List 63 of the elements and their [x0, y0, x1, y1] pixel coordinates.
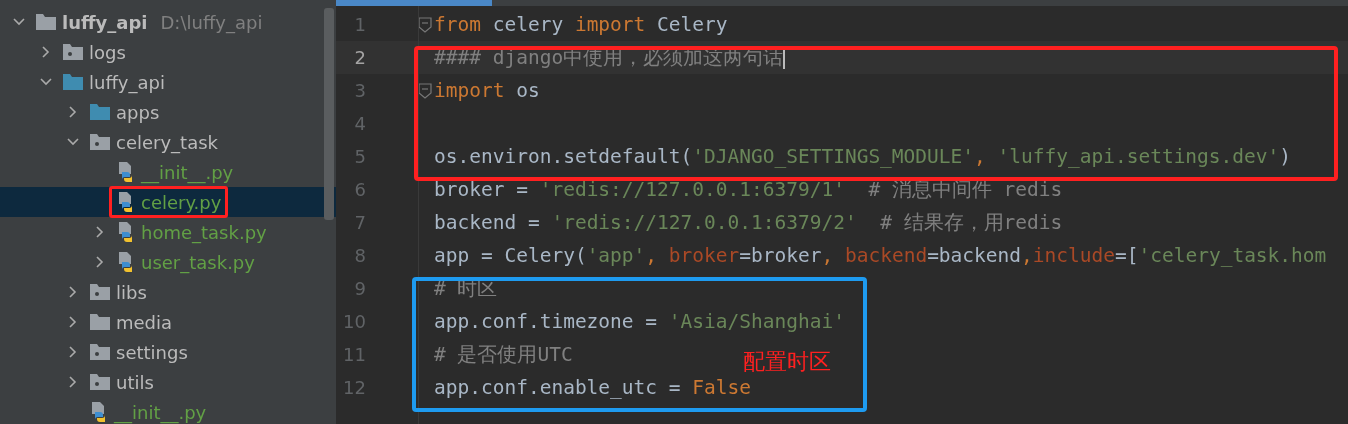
line-number: 12: [342, 377, 366, 398]
file-name: user_task.py: [141, 251, 255, 273]
tree-item[interactable]: luffy_api D:\luffy_api: [0, 7, 336, 37]
tree-item[interactable]: media: [0, 307, 336, 337]
tree-item[interactable]: celery.py: [0, 187, 336, 217]
package-folder-icon: [89, 133, 111, 151]
line-number: 7: [353, 212, 366, 233]
tree-item[interactable]: luffy_api: [0, 67, 336, 97]
line-number: 6: [353, 179, 366, 200]
code-line: # 是否使用UTC: [434, 342, 573, 368]
file-name: logs: [89, 41, 126, 63]
package-folder-icon: [89, 343, 111, 361]
file-name: settings: [116, 341, 188, 363]
line-number: 1: [353, 14, 366, 35]
code-line: from celery import Celery: [434, 13, 728, 36]
folder-icon: [89, 313, 111, 331]
file-name: luffy_api: [89, 71, 165, 93]
tree-item[interactable]: logs: [0, 37, 336, 67]
tree-item[interactable]: home_task.py: [0, 217, 336, 247]
tree-item[interactable]: celery_task: [0, 127, 336, 157]
line-number: 9: [353, 278, 366, 299]
tree-item[interactable]: utils: [0, 367, 336, 397]
file-name: apps: [116, 101, 160, 123]
line-number: 11: [342, 344, 366, 365]
file-name: celery_task: [116, 131, 218, 153]
code-line: app.conf.enable_utc = False: [434, 376, 751, 399]
fold-icon[interactable]: [418, 16, 432, 33]
project-path: D:\luffy_api: [160, 11, 263, 33]
line-number: 10: [342, 311, 366, 332]
tree-item[interactable]: user_task.py: [0, 247, 336, 277]
annotation-label: 配置时区: [743, 348, 831, 376]
code-line: backend = 'redis://127.0.0.1:6379/2' # 结果存，用redis: [434, 210, 1063, 236]
fold-icon[interactable]: [418, 82, 432, 99]
package-folder-icon: [89, 373, 111, 391]
code-line: broker = 'redis://127.0.0.1:6379/1' # 消息中间件 redis: [434, 177, 1063, 203]
file-name: celery.py: [141, 191, 222, 213]
file-name: luffy_api: [62, 11, 148, 33]
file-name: __init__.py: [114, 401, 207, 423]
code-line: import os: [434, 79, 540, 102]
tree-item[interactable]: settings: [0, 337, 336, 367]
scrollbar[interactable]: [324, 8, 334, 220]
folder-icon: [89, 103, 111, 121]
line-number: 3: [353, 80, 366, 101]
line-number: 2: [353, 47, 366, 68]
tree-item[interactable]: __init__.py: [0, 397, 336, 424]
code-line: os.environ.setdefault('DJANGO_SETTINGS_MODULE', 'luffy_api.settings.dev'): [434, 145, 1292, 168]
tree-item[interactable]: __init__.py: [0, 157, 336, 187]
file-name: home_task.py: [141, 221, 267, 243]
file-name: utils: [116, 371, 154, 393]
file-name: libs: [116, 281, 147, 303]
file-name: media: [116, 311, 173, 333]
code-line: app.conf.timezone = 'Asia/Shanghai': [434, 310, 845, 333]
package-folder-icon: [89, 283, 111, 301]
folder-icon: [62, 73, 84, 91]
folder-icon: [35, 13, 57, 31]
line-number: 8: [353, 245, 366, 266]
package-folder-icon: [62, 43, 84, 61]
line-number: 4: [353, 113, 366, 134]
line-number: 5: [353, 146, 366, 167]
code-line: app = Celery('app', broker=broker, backend=backend,include=['celery_task.hom: [434, 244, 1327, 267]
file-name: __init__.py: [141, 161, 234, 183]
tree-item[interactable]: libs: [0, 277, 336, 307]
tree-item[interactable]: apps: [0, 97, 336, 127]
